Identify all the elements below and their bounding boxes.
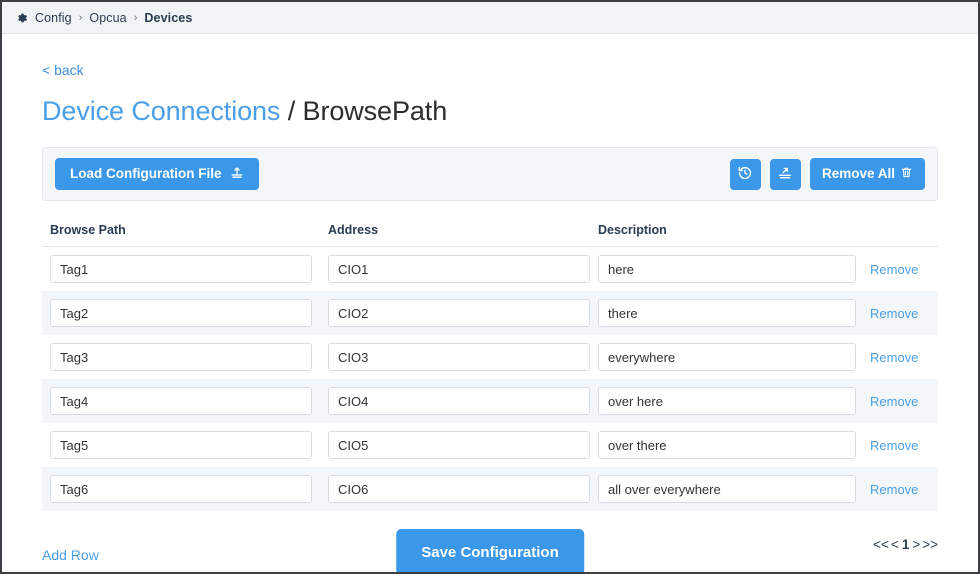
export-button[interactable] [769, 158, 801, 190]
description-input[interactable] [598, 475, 856, 503]
add-row-link[interactable]: Add Row [42, 547, 99, 563]
remove-all-button[interactable]: Remove All [809, 158, 925, 190]
export-tray-icon [777, 165, 793, 184]
remove-row-link[interactable]: Remove [870, 262, 918, 277]
address-input[interactable] [328, 431, 590, 459]
remove-row-link[interactable]: Remove [870, 394, 918, 409]
breadcrumb-item-opcua[interactable]: Opcua [89, 11, 126, 25]
app-window: Config › Opcua › Devices < back Device C… [0, 0, 980, 574]
description-input[interactable] [598, 299, 856, 327]
address-input[interactable] [328, 343, 590, 371]
browse-path-input[interactable] [50, 343, 312, 371]
page-content: < back Device Connections / BrowsePath L… [2, 34, 978, 572]
remove-row-link[interactable]: Remove [870, 306, 918, 321]
breadcrumb-separator: › [78, 11, 83, 24]
load-configuration-file-label: Load Configuration File [70, 166, 222, 182]
remove-row-link[interactable]: Remove [870, 350, 918, 365]
table-row: Remove [42, 291, 938, 335]
page-title-separator: / [280, 96, 303, 126]
page-title-primary: Device Connections [42, 96, 281, 126]
browse-path-input[interactable] [50, 255, 312, 283]
history-button[interactable] [729, 158, 761, 190]
browse-path-table: Browse Path Address Description Remove R… [42, 223, 938, 511]
table-row: Remove [42, 423, 938, 467]
page-title-secondary: BrowsePath [302, 96, 448, 126]
back-link[interactable]: < back [42, 62, 84, 78]
breadcrumb-item-config[interactable]: Config [35, 11, 72, 25]
browse-path-input[interactable] [50, 387, 312, 415]
table-row: Remove [42, 379, 938, 423]
column-header-address: Address [328, 223, 379, 237]
pagination-first[interactable]: << [873, 537, 889, 552]
breadcrumb: Config › Opcua › Devices [2, 2, 978, 34]
save-configuration-button[interactable]: Save Configuration [396, 529, 584, 572]
address-input[interactable] [328, 299, 590, 327]
toolbar-actions: Remove All [729, 158, 925, 190]
address-input[interactable] [328, 475, 590, 503]
pagination-current-page[interactable]: 1 [901, 537, 911, 552]
description-input[interactable] [598, 387, 856, 415]
table-row: Remove [42, 335, 938, 379]
remove-row-link[interactable]: Remove [870, 482, 918, 497]
description-input[interactable] [598, 343, 856, 371]
breadcrumb-item-devices[interactable]: Devices [144, 11, 192, 25]
table-footer: Add Row Save Configuration << < 1 > >> [42, 527, 938, 572]
description-input[interactable] [598, 431, 856, 459]
gear-icon [16, 12, 28, 24]
address-input[interactable] [328, 255, 590, 283]
pagination-last[interactable]: >> [922, 537, 938, 552]
remove-all-label: Remove All [821, 166, 895, 182]
pagination-next[interactable]: > [912, 537, 920, 552]
table-header-row: Browse Path Address Description [42, 223, 938, 247]
load-configuration-file-button[interactable]: Load Configuration File [55, 158, 259, 190]
trash-icon [900, 166, 913, 182]
breadcrumb-separator: › [133, 11, 138, 24]
remove-row-link[interactable]: Remove [870, 438, 918, 453]
toolbar: Load Configuration File Remove All [42, 147, 938, 201]
column-header-browse-path: Browse Path [50, 223, 126, 237]
import-tray-icon [230, 166, 244, 183]
pagination: << < 1 > >> [873, 537, 938, 552]
table-row: Remove [42, 467, 938, 511]
description-input[interactable] [598, 255, 856, 283]
browse-path-input[interactable] [50, 299, 312, 327]
column-header-description: Description [598, 223, 667, 237]
browse-path-input[interactable] [50, 431, 312, 459]
pagination-prev[interactable]: < [891, 537, 899, 552]
table-row: Remove [42, 247, 938, 291]
history-clock-icon [737, 165, 753, 184]
browse-path-input[interactable] [50, 475, 312, 503]
address-input[interactable] [328, 387, 590, 415]
page-title: Device Connections / BrowsePath [42, 96, 938, 127]
